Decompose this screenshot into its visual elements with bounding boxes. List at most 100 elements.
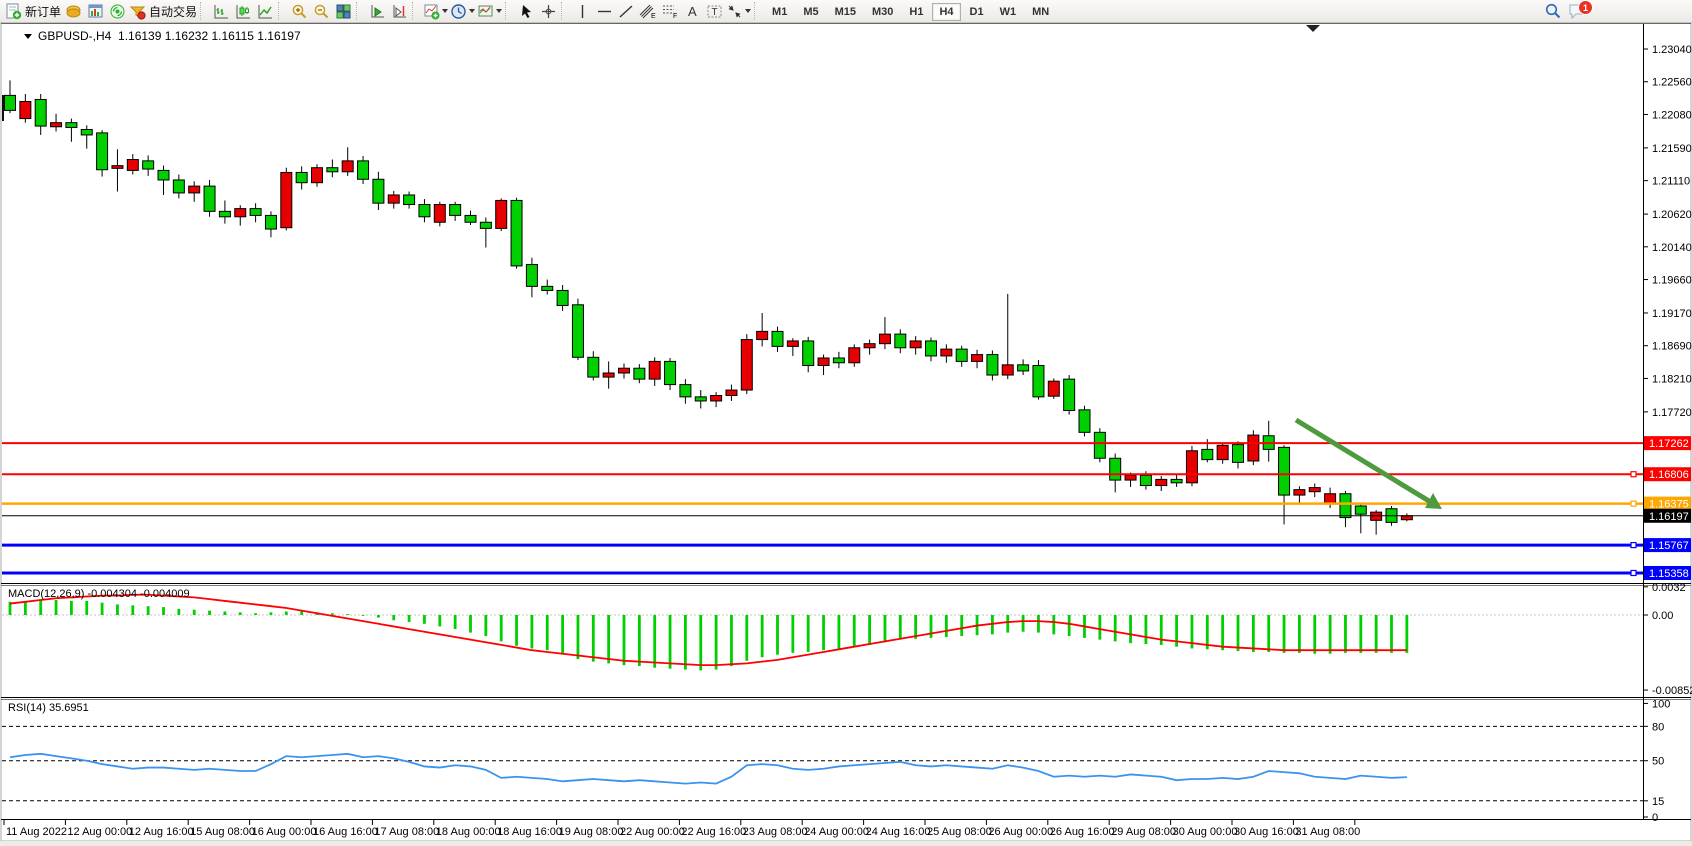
candle bbox=[434, 205, 445, 223]
crosshair-icon bbox=[540, 3, 557, 20]
indicators-button[interactable] bbox=[423, 1, 448, 21]
arrows-icon bbox=[726, 3, 743, 20]
templates-dropdown[interactable] bbox=[496, 9, 502, 13]
candle bbox=[5, 95, 16, 110]
indicators-dropdown[interactable] bbox=[442, 9, 448, 13]
candle bbox=[173, 180, 184, 193]
time-tick-label: 16 Aug 16:00 bbox=[313, 826, 378, 838]
candle bbox=[634, 368, 645, 379]
candle bbox=[787, 341, 798, 346]
line-chart-button[interactable] bbox=[255, 1, 275, 21]
equidistant-channel-tool[interactable]: E bbox=[638, 1, 658, 21]
arrows-dropdown[interactable] bbox=[745, 9, 751, 13]
chart-ohlc-values: 1.16139 1.16232 1.16115 1.16197 bbox=[118, 29, 301, 43]
candle bbox=[235, 209, 246, 217]
candle bbox=[81, 129, 92, 134]
cursor-tool-button[interactable] bbox=[516, 1, 536, 21]
time-tick-label: 23 Aug 08:00 bbox=[743, 826, 808, 838]
candle bbox=[404, 195, 415, 205]
price-tag-label: 1.16197 bbox=[1649, 511, 1689, 523]
horizontal-line-tool[interactable] bbox=[594, 1, 614, 21]
price-tick-label: 1.18690 bbox=[1652, 341, 1692, 353]
timeframe-D1[interactable]: D1 bbox=[963, 3, 991, 21]
bottom-strip bbox=[0, 841, 1692, 846]
candle bbox=[1018, 365, 1029, 371]
periods-button[interactable] bbox=[450, 1, 475, 21]
timeframe-W1[interactable]: W1 bbox=[993, 3, 1024, 21]
timeframe-M1[interactable]: M1 bbox=[765, 3, 794, 21]
tile-windows-button[interactable] bbox=[333, 1, 353, 21]
toolbar-separator bbox=[200, 2, 208, 20]
candle bbox=[1048, 381, 1059, 396]
toolbar-separator bbox=[561, 2, 569, 20]
zoom-in-icon bbox=[291, 3, 308, 20]
bar-chart-icon bbox=[213, 3, 230, 20]
candle bbox=[557, 290, 568, 305]
candle bbox=[265, 215, 276, 229]
candle bbox=[1110, 458, 1121, 480]
fibonacci-tool[interactable]: F bbox=[660, 1, 680, 21]
candle bbox=[66, 123, 77, 128]
time-tick-label: 30 Aug 00:00 bbox=[1173, 826, 1238, 838]
autotrading-button[interactable]: 自动交易 bbox=[129, 1, 197, 21]
price-tick-label: 1.23040 bbox=[1652, 44, 1692, 56]
price-tick-label: 1.20140 bbox=[1652, 242, 1692, 254]
candle bbox=[296, 172, 307, 182]
bar-chart-button[interactable] bbox=[211, 1, 231, 21]
time-tick-label: 12 Aug 00:00 bbox=[67, 826, 132, 838]
time-tick-label: 16 Aug 00:00 bbox=[252, 826, 317, 838]
new-order-button[interactable]: 新订单 bbox=[5, 1, 61, 21]
auto-scroll-button[interactable] bbox=[367, 1, 387, 21]
hline-handle[interactable] bbox=[1631, 570, 1636, 575]
time-tick-label: 18 Aug 16:00 bbox=[497, 826, 562, 838]
candle bbox=[1002, 365, 1013, 375]
time-tick-label: 12 Aug 16:00 bbox=[129, 826, 194, 838]
time-tick-label: 31 Aug 08:00 bbox=[1295, 826, 1360, 838]
candle bbox=[741, 340, 752, 390]
candle bbox=[1171, 479, 1182, 482]
text-label-tool[interactable]: T bbox=[704, 1, 724, 21]
timeframe-M15[interactable]: M15 bbox=[828, 3, 863, 21]
timeframe-MN[interactable]: MN bbox=[1025, 3, 1056, 21]
signal-icon bbox=[109, 3, 126, 20]
timeframe-M30[interactable]: M30 bbox=[865, 3, 900, 21]
candle bbox=[972, 355, 983, 362]
toolbar-separator bbox=[356, 2, 364, 20]
candle bbox=[772, 331, 783, 346]
rsi-scale-label: 100 bbox=[1652, 698, 1670, 710]
deposit-button[interactable] bbox=[63, 1, 83, 21]
candlestick-chart-button[interactable] bbox=[233, 1, 253, 21]
rsi-scale-label: 80 bbox=[1652, 721, 1664, 733]
autotrading-label: 自动交易 bbox=[149, 3, 197, 20]
candle bbox=[1033, 365, 1044, 396]
search-button[interactable] bbox=[1543, 1, 1563, 21]
hline-handle[interactable] bbox=[1631, 472, 1636, 477]
zoom-out-button[interactable] bbox=[311, 1, 331, 21]
trendline-tool[interactable] bbox=[616, 1, 636, 21]
chart-canvas[interactable]: 1.230401.225601.220801.215901.211101.206… bbox=[0, 0, 1692, 846]
arrows-tool[interactable] bbox=[726, 1, 751, 21]
timeframe-H4[interactable]: H4 bbox=[932, 3, 960, 21]
cursor-icon bbox=[518, 3, 535, 20]
text-tool[interactable]: A bbox=[682, 1, 702, 21]
periods-dropdown[interactable] bbox=[469, 9, 475, 13]
template-icon bbox=[477, 3, 494, 20]
candle bbox=[588, 357, 599, 377]
crosshair-tool-button[interactable] bbox=[538, 1, 558, 21]
hline-handle[interactable] bbox=[1631, 543, 1636, 548]
zoom-in-button[interactable] bbox=[289, 1, 309, 21]
vertical-line-tool[interactable] bbox=[572, 1, 592, 21]
symbol-dropdown-icon[interactable] bbox=[24, 34, 32, 39]
timeframe-M5[interactable]: M5 bbox=[796, 3, 825, 21]
mt4-terminal: { "toolbar": { "new_order_label": "新订单",… bbox=[0, 0, 1692, 846]
new-order-icon bbox=[5, 3, 22, 20]
open-chart-button[interactable] bbox=[85, 1, 105, 21]
hline-handle[interactable] bbox=[1631, 501, 1636, 506]
candle bbox=[312, 168, 323, 183]
candle bbox=[1401, 516, 1412, 520]
timeframe-H1[interactable]: H1 bbox=[902, 3, 930, 21]
notifications-button[interactable]: 1 bbox=[1565, 1, 1591, 21]
chart-shift-button[interactable] bbox=[389, 1, 409, 21]
templates-button[interactable] bbox=[477, 1, 502, 21]
signals-button[interactable] bbox=[107, 1, 127, 21]
